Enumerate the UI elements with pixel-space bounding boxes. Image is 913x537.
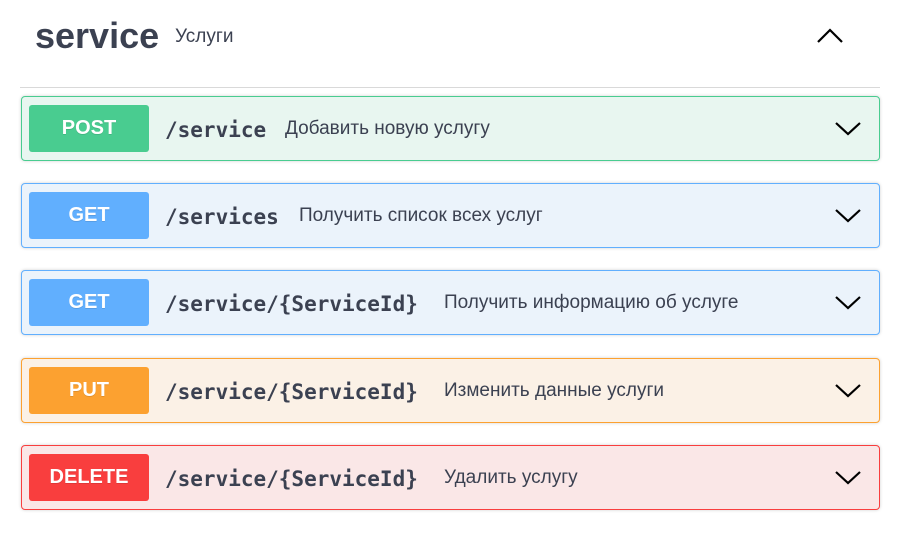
operation-put-service-by-id[interactable]: PUT /service/{ServiceId} Изменить данные… — [21, 358, 880, 423]
method-badge: POST — [29, 105, 149, 152]
expand-button[interactable] — [833, 378, 863, 402]
operation-summary: Добавить новую услугу — [285, 118, 490, 139]
operation-summary: Изменить данные услуги — [444, 380, 665, 401]
expand-button[interactable] — [833, 116, 863, 140]
operation-path: /service/{ServiceId} — [165, 467, 418, 491]
operation-summary: Удалить услугу — [444, 467, 578, 488]
chevron-down-icon — [835, 209, 861, 223]
operation-get-services[interactable]: GET /services Получить список всех услуг — [21, 183, 880, 248]
operation-summary: Получить список всех услуг — [299, 205, 543, 226]
tag-title: service — [35, 15, 160, 56]
method-badge: GET — [29, 192, 149, 239]
expand-button[interactable] — [833, 203, 863, 227]
expand-button[interactable] — [833, 465, 863, 489]
tag-description: Услуги — [175, 26, 234, 47]
chevron-down-icon — [835, 471, 861, 485]
expand-button[interactable] — [833, 290, 863, 314]
operation-path: /service/{ServiceId} — [165, 292, 418, 316]
operation-post-service[interactable]: POST /service Добавить новую услугу — [21, 96, 880, 161]
operation-delete-service-by-id[interactable]: DELETE /service/{ServiceId} Удалить услу… — [21, 445, 880, 510]
operation-get-service-by-id[interactable]: GET /service/{ServiceId} Получить информ… — [21, 270, 880, 335]
operation-path: /service — [165, 118, 267, 142]
tag-section-header[interactable]: service Услуги — [20, 0, 880, 88]
method-badge: DELETE — [29, 454, 149, 501]
operation-path: /services — [165, 205, 279, 229]
operation-path: /service/{ServiceId} — [165, 380, 418, 404]
chevron-down-icon — [835, 296, 861, 310]
chevron-up-icon — [817, 28, 843, 43]
method-badge: GET — [29, 279, 149, 326]
chevron-down-icon — [835, 384, 861, 398]
chevron-down-icon — [835, 122, 861, 136]
operation-summary: Получить информацию об услуге — [444, 292, 739, 313]
collapse-button[interactable] — [810, 18, 850, 54]
method-badge: PUT — [29, 367, 149, 414]
